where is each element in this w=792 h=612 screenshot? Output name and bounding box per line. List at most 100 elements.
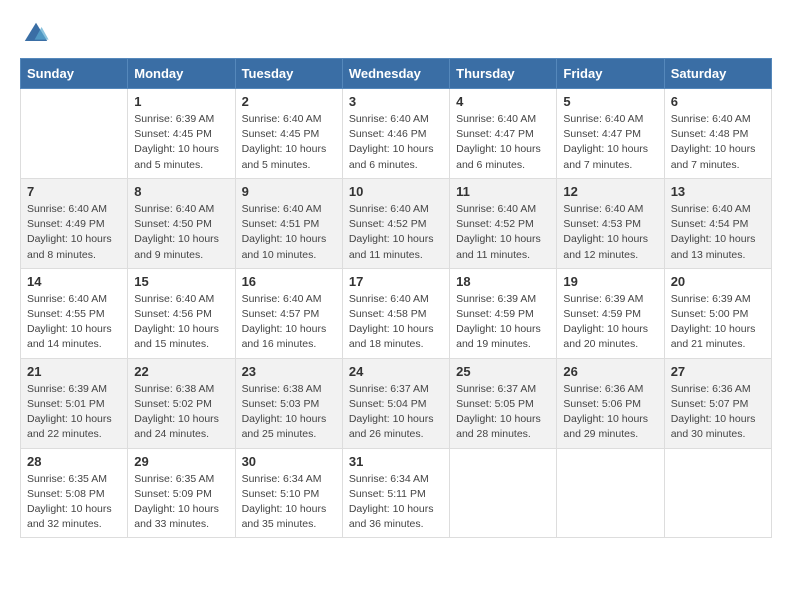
cell-info: Sunrise: 6:36 AM Sunset: 5:06 PM Dayligh… — [563, 382, 657, 443]
date-number: 12 — [563, 184, 657, 199]
cell-info: Sunrise: 6:40 AM Sunset: 4:47 PM Dayligh… — [456, 112, 550, 173]
cell-info: Sunrise: 6:38 AM Sunset: 5:02 PM Dayligh… — [134, 382, 228, 443]
calendar-cell: 9 Sunrise: 6:40 AM Sunset: 4:51 PM Daylig… — [235, 178, 342, 268]
date-number: 11 — [456, 184, 550, 199]
calendar-cell: 8 Sunrise: 6:40 AM Sunset: 4:50 PM Daylig… — [128, 178, 235, 268]
calendar-cell — [450, 448, 557, 538]
date-number: 1 — [134, 94, 228, 109]
date-number: 2 — [242, 94, 336, 109]
calendar-cell: 30Sunrise: 6:34 AM Sunset: 5:10 PM Dayli… — [235, 448, 342, 538]
calendar-cell: 28 Sunrise: 6:35 AM Sunset: 5:08 PM Dayli… — [21, 448, 128, 538]
cell-info: Sunrise: 6:40 AM Sunset: 4:51 PM Dayligh… — [242, 202, 336, 263]
header-saturday: Saturday — [664, 59, 771, 89]
date-number: 22 — [134, 364, 228, 379]
logo-icon — [22, 20, 50, 48]
cell-info: Sunrise: 6:40 AM Sunset: 4:58 PM Dayligh… — [349, 292, 443, 353]
date-number: 10 — [349, 184, 443, 199]
date-number: 21 — [27, 364, 121, 379]
cell-info: Sunrise: 6:40 AM Sunset: 4:45 PM Dayligh… — [242, 112, 336, 173]
date-number: 13 — [671, 184, 765, 199]
calendar-cell: 14 Sunrise: 6:40 AM Sunset: 4:55 PM Dayli… — [21, 268, 128, 358]
header — [20, 20, 772, 48]
calendar-cell: 13 Sunrise: 6:40 AM Sunset: 4:54 PM Dayli… — [664, 178, 771, 268]
week-row-0: 1 Sunrise: 6:39 AM Sunset: 4:45 PM Daylig… — [21, 89, 772, 179]
date-number: 16 — [242, 274, 336, 289]
date-number: 26 — [563, 364, 657, 379]
header-sunday: Sunday — [21, 59, 128, 89]
date-number: 8 — [134, 184, 228, 199]
calendar-cell: 10 Sunrise: 6:40 AM Sunset: 4:52 PM Dayli… — [342, 178, 449, 268]
date-number: 6 — [671, 94, 765, 109]
logo — [20, 20, 50, 48]
cell-info: Sunrise: 6:35 AM Sunset: 5:08 PM Dayligh… — [27, 472, 121, 533]
calendar-table: SundayMondayTuesdayWednesdayThursdayFrid… — [20, 58, 772, 538]
cell-info: Sunrise: 6:40 AM Sunset: 4:48 PM Dayligh… — [671, 112, 765, 173]
cell-info: Sunrise: 6:40 AM Sunset: 4:52 PM Dayligh… — [456, 202, 550, 263]
cell-info: Sunrise: 6:39 AM Sunset: 4:59 PM Dayligh… — [563, 292, 657, 353]
header-monday: Monday — [128, 59, 235, 89]
date-number: 7 — [27, 184, 121, 199]
calendar-cell: 15 Sunrise: 6:40 AM Sunset: 4:56 PM Dayli… — [128, 268, 235, 358]
date-number: 24 — [349, 364, 443, 379]
calendar-cell: 3Sunrise: 6:40 AM Sunset: 4:46 PM Daylig… — [342, 89, 449, 179]
week-row-3: 21 Sunrise: 6:39 AM Sunset: 5:01 PM Dayli… — [21, 358, 772, 448]
calendar-cell: 22 Sunrise: 6:38 AM Sunset: 5:02 PM Dayli… — [128, 358, 235, 448]
cell-info: Sunrise: 6:34 AM Sunset: 5:11 PM Dayligh… — [349, 472, 443, 533]
calendar-cell: 17 Sunrise: 6:40 AM Sunset: 4:58 PM Dayli… — [342, 268, 449, 358]
cell-info: Sunrise: 6:40 AM Sunset: 4:56 PM Dayligh… — [134, 292, 228, 353]
date-number: 29 — [134, 454, 228, 469]
date-number: 27 — [671, 364, 765, 379]
date-number: 25 — [456, 364, 550, 379]
cell-info: Sunrise: 6:40 AM Sunset: 4:54 PM Dayligh… — [671, 202, 765, 263]
week-row-4: 28 Sunrise: 6:35 AM Sunset: 5:08 PM Dayli… — [21, 448, 772, 538]
calendar-cell: 26 Sunrise: 6:36 AM Sunset: 5:06 PM Dayli… — [557, 358, 664, 448]
week-row-2: 14 Sunrise: 6:40 AM Sunset: 4:55 PM Dayli… — [21, 268, 772, 358]
cell-info: Sunrise: 6:37 AM Sunset: 5:04 PM Dayligh… — [349, 382, 443, 443]
calendar-cell: 7 Sunrise: 6:40 AM Sunset: 4:49 PM Daylig… — [21, 178, 128, 268]
calendar-cell: 31Sunrise: 6:34 AM Sunset: 5:11 PM Dayli… — [342, 448, 449, 538]
calendar-body: 1 Sunrise: 6:39 AM Sunset: 4:45 PM Daylig… — [21, 89, 772, 538]
cell-info: Sunrise: 6:34 AM Sunset: 5:10 PM Dayligh… — [242, 472, 336, 533]
cell-info: Sunrise: 6:40 AM Sunset: 4:47 PM Dayligh… — [563, 112, 657, 173]
date-number: 4 — [456, 94, 550, 109]
calendar-cell: 23Sunrise: 6:38 AM Sunset: 5:03 PM Dayli… — [235, 358, 342, 448]
cell-info: Sunrise: 6:40 AM Sunset: 4:50 PM Dayligh… — [134, 202, 228, 263]
calendar-cell: 11 Sunrise: 6:40 AM Sunset: 4:52 PM Dayli… — [450, 178, 557, 268]
week-row-1: 7 Sunrise: 6:40 AM Sunset: 4:49 PM Daylig… — [21, 178, 772, 268]
calendar-cell: 27 Sunrise: 6:36 AM Sunset: 5:07 PM Dayli… — [664, 358, 771, 448]
calendar-cell: 21 Sunrise: 6:39 AM Sunset: 5:01 PM Dayli… — [21, 358, 128, 448]
header-row: SundayMondayTuesdayWednesdayThursdayFrid… — [21, 59, 772, 89]
cell-info: Sunrise: 6:39 AM Sunset: 4:45 PM Dayligh… — [134, 112, 228, 173]
calendar-cell: 24 Sunrise: 6:37 AM Sunset: 5:04 PM Dayli… — [342, 358, 449, 448]
cell-info: Sunrise: 6:40 AM Sunset: 4:52 PM Dayligh… — [349, 202, 443, 263]
calendar-cell: 18 Sunrise: 6:39 AM Sunset: 4:59 PM Dayli… — [450, 268, 557, 358]
calendar-header: SundayMondayTuesdayWednesdayThursdayFrid… — [21, 59, 772, 89]
date-number: 17 — [349, 274, 443, 289]
cell-info: Sunrise: 6:36 AM Sunset: 5:07 PM Dayligh… — [671, 382, 765, 443]
date-number: 18 — [456, 274, 550, 289]
date-number: 20 — [671, 274, 765, 289]
cell-info: Sunrise: 6:40 AM Sunset: 4:46 PM Dayligh… — [349, 112, 443, 173]
cell-info: Sunrise: 6:39 AM Sunset: 4:59 PM Dayligh… — [456, 292, 550, 353]
header-wednesday: Wednesday — [342, 59, 449, 89]
cell-info: Sunrise: 6:39 AM Sunset: 5:01 PM Dayligh… — [27, 382, 121, 443]
cell-info: Sunrise: 6:37 AM Sunset: 5:05 PM Dayligh… — [456, 382, 550, 443]
calendar-cell: 25 Sunrise: 6:37 AM Sunset: 5:05 PM Dayli… — [450, 358, 557, 448]
calendar-cell — [21, 89, 128, 179]
calendar-cell — [557, 448, 664, 538]
date-number: 5 — [563, 94, 657, 109]
header-tuesday: Tuesday — [235, 59, 342, 89]
date-number: 28 — [27, 454, 121, 469]
cell-info: Sunrise: 6:39 AM Sunset: 5:00 PM Dayligh… — [671, 292, 765, 353]
cell-info: Sunrise: 6:40 AM Sunset: 4:53 PM Dayligh… — [563, 202, 657, 263]
date-number: 19 — [563, 274, 657, 289]
date-number: 15 — [134, 274, 228, 289]
cell-info: Sunrise: 6:40 AM Sunset: 4:55 PM Dayligh… — [27, 292, 121, 353]
calendar-cell: 19 Sunrise: 6:39 AM Sunset: 4:59 PM Dayli… — [557, 268, 664, 358]
date-number: 14 — [27, 274, 121, 289]
date-number: 9 — [242, 184, 336, 199]
cell-info: Sunrise: 6:40 AM Sunset: 4:49 PM Dayligh… — [27, 202, 121, 263]
cell-info: Sunrise: 6:35 AM Sunset: 5:09 PM Dayligh… — [134, 472, 228, 533]
calendar-cell: 4 Sunrise: 6:40 AM Sunset: 4:47 PM Daylig… — [450, 89, 557, 179]
calendar-cell: 12 Sunrise: 6:40 AM Sunset: 4:53 PM Dayli… — [557, 178, 664, 268]
